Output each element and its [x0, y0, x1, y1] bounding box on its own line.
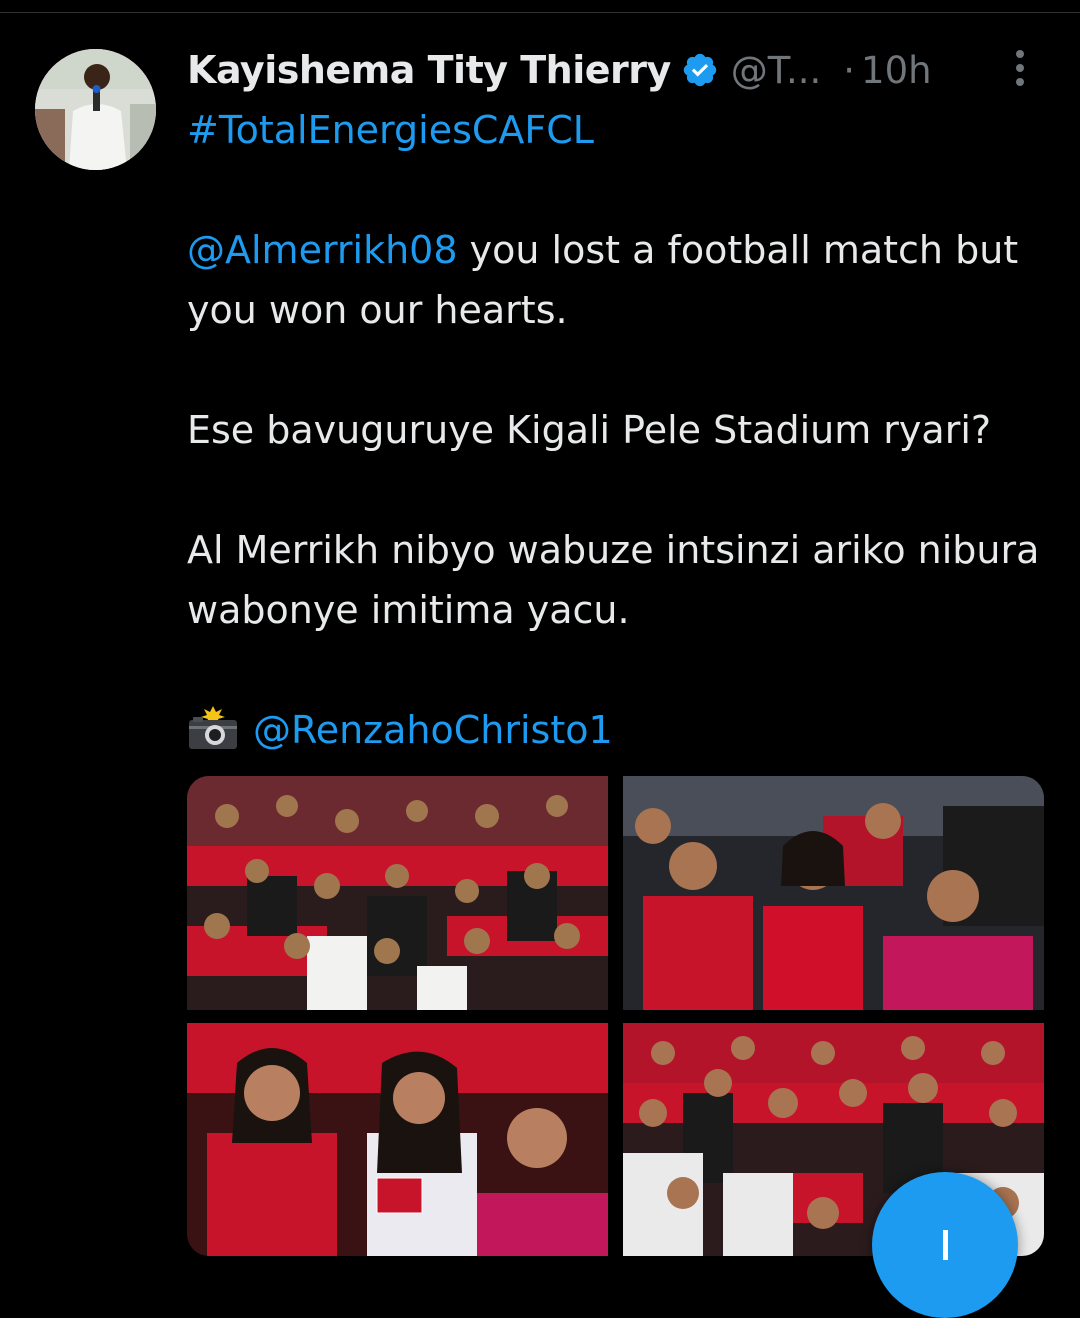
camera-flash-icon [189, 706, 237, 749]
more-options-icon[interactable] [1010, 48, 1030, 88]
author-name[interactable]: Kayishema Tity Thierry [187, 48, 671, 92]
media-photo-2[interactable] [623, 776, 1044, 1010]
tweet-header: Kayishema Tity Thierry @T... · 10h [187, 42, 1047, 98]
tweet-text-paragraph3: Al Merrikh nibyo wabuze intsinzi ariko n… [187, 528, 1040, 632]
stadium-crowd-photo-2 [623, 776, 1044, 1010]
avatar-photo [35, 49, 156, 170]
verified-badge-icon [683, 53, 716, 87]
mention-link-almerrikh[interactable]: @Almerrikh08 [187, 228, 458, 272]
tweet-text-paragraph2: Ese bavuguruye Kigali Pele Stadium ryari… [187, 408, 992, 452]
plus-icon [943, 1230, 948, 1260]
author-avatar[interactable] [35, 49, 156, 170]
stadium-crowd-photo-1 [187, 776, 608, 1010]
hashtag-link[interactable]: #TotalEnergiesCAFCL [187, 108, 594, 152]
media-photo-3[interactable] [187, 1023, 608, 1256]
dot-separator: · [843, 48, 856, 92]
media-photo-1[interactable] [187, 776, 608, 1010]
top-divider [0, 12, 1080, 13]
stadium-crowd-photo-3 [187, 1023, 608, 1256]
tweet-timestamp[interactable]: 10h [861, 49, 932, 92]
tweet-body: #TotalEnergiesCAFCL @Almerrikh08 you los… [187, 100, 1057, 760]
mention-link-renzahochristo1[interactable]: @RenzahoChristo1 [253, 708, 613, 752]
compose-button[interactable] [872, 1172, 1018, 1318]
author-handle[interactable]: @T... [731, 49, 822, 92]
